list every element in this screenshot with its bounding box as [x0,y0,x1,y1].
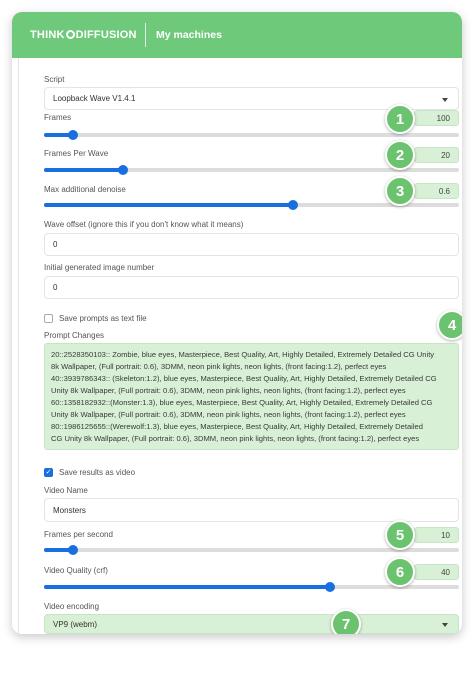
script-panel: Script Loopback Wave V1.4.1 Frames 100 1… [18,58,462,634]
logo-ring-icon [65,30,75,39]
prompt-line: 60::1358182932::(Monster:1.3), blue eyes… [51,398,433,407]
save-prompts-checkbox[interactable] [44,314,53,323]
wave-offset-label: Wave offset (ignore this if you don't kn… [44,220,244,229]
initial-image-value: 0 [53,283,58,292]
video-name-input[interactable]: Monsters [44,498,459,522]
max-denoise-number-input[interactable]: 0.6 [414,183,459,199]
initial-image-input[interactable]: 0 [44,276,459,299]
prompt-changes-textarea[interactable]: 20::2528350103:: Zombie, blue eyes, Mast… [44,343,459,450]
chevron-down-icon [442,623,448,627]
frames-per-wave-number-input[interactable]: 20 [414,147,459,163]
prompt-line: Unity 8k Wallpaper, (Full portrait: 0.6)… [51,410,406,419]
video-name-value: Monsters [53,505,86,515]
fps-number-input[interactable]: 10 [414,527,459,543]
fps-slider-thumb[interactable] [68,545,79,555]
thinkdiffusion-logo[interactable]: THINK DIFFUSION [30,29,137,41]
step-badge-3: 3 [385,176,415,206]
frames-per-wave-value: 20 [441,150,450,160]
prompt-changes-label: Prompt Changes [44,331,105,340]
save-video-checkbox[interactable]: ✓ [44,468,53,477]
step-badge-2: 2 [385,140,415,170]
initial-image-label: Initial generated image number [44,263,155,272]
step-badge-7: 7 [331,609,361,634]
top-bar: THINK DIFFUSION My machines [12,12,462,58]
video-encoding-selected-value: VP9 (webm) [53,619,98,629]
max-denoise-slider-thumb[interactable] [288,200,298,210]
video-quality-number-input[interactable]: 40 [414,564,459,580]
script-selected-value: Loopback Wave V1.4.1 [53,94,136,103]
max-denoise-slider-fill [44,203,293,207]
prompt-line: 80::1986125655::(Werewolf:1.3), blue eye… [51,422,423,431]
fps-label: Frames per second [44,530,113,539]
frames-per-wave-slider-fill [44,168,123,172]
max-denoise-value: 0.6 [438,186,450,196]
logo-text-right: DIFFUSION [75,29,137,41]
main-card: THINK DIFFUSION My machines Script Loopba… [12,12,462,634]
fps-value: 10 [441,530,450,540]
prompt-line: 20::2528350103:: Zombie, blue eyes, Mast… [51,350,435,359]
frames-value: 100 [436,113,450,123]
header-divider [145,23,146,47]
wave-offset-value: 0 [53,240,58,249]
script-label: Script [44,75,65,84]
wave-offset-input[interactable]: 0 [44,233,459,256]
save-video-label[interactable]: Save results as video [59,468,135,477]
video-name-label: Video Name [44,486,88,495]
frames-label: Frames [44,113,72,122]
checkmark-icon: ✓ [45,469,52,476]
max-denoise-label: Max additional denoise [44,185,126,194]
video-quality-slider-fill [44,585,331,589]
save-prompts-label[interactable]: Save prompts as text file [59,314,147,323]
prompt-line: Unity 8k Wallpaper, (Full portrait: 0.6)… [51,386,406,395]
frames-slider-thumb[interactable] [68,130,79,140]
my-machines-title[interactable]: My machines [156,29,222,41]
prompt-line: 40::3939786343:: (Skeleton:1.2), blue ey… [51,374,437,383]
video-quality-slider-thumb[interactable] [325,582,336,592]
video-encoding-label: Video encoding [44,602,100,611]
video-encoding-select[interactable]: VP9 (webm) [44,614,459,634]
video-quality-value: 40 [441,567,450,577]
frames-per-wave-label: Frames Per Wave [44,149,109,158]
chevron-down-icon [442,97,448,102]
step-badge-1: 1 [385,104,415,134]
step-badge-6: 6 [385,557,415,587]
logo-text-left: THINK [30,29,65,41]
prompt-line: 8k Wallpaper, (Full portrait: 0.6), 3DMM… [51,362,387,371]
step-badge-5: 5 [385,520,415,550]
step-badge-4: 4 [437,310,462,340]
video-quality-label: Video Quality (crf) [44,566,108,575]
prompt-line: CG Unity 8k Wallpaper, (Full portrait: 0… [51,434,420,443]
frames-per-wave-slider-thumb[interactable] [117,165,128,175]
frames-number-input[interactable]: 100 [414,110,459,126]
